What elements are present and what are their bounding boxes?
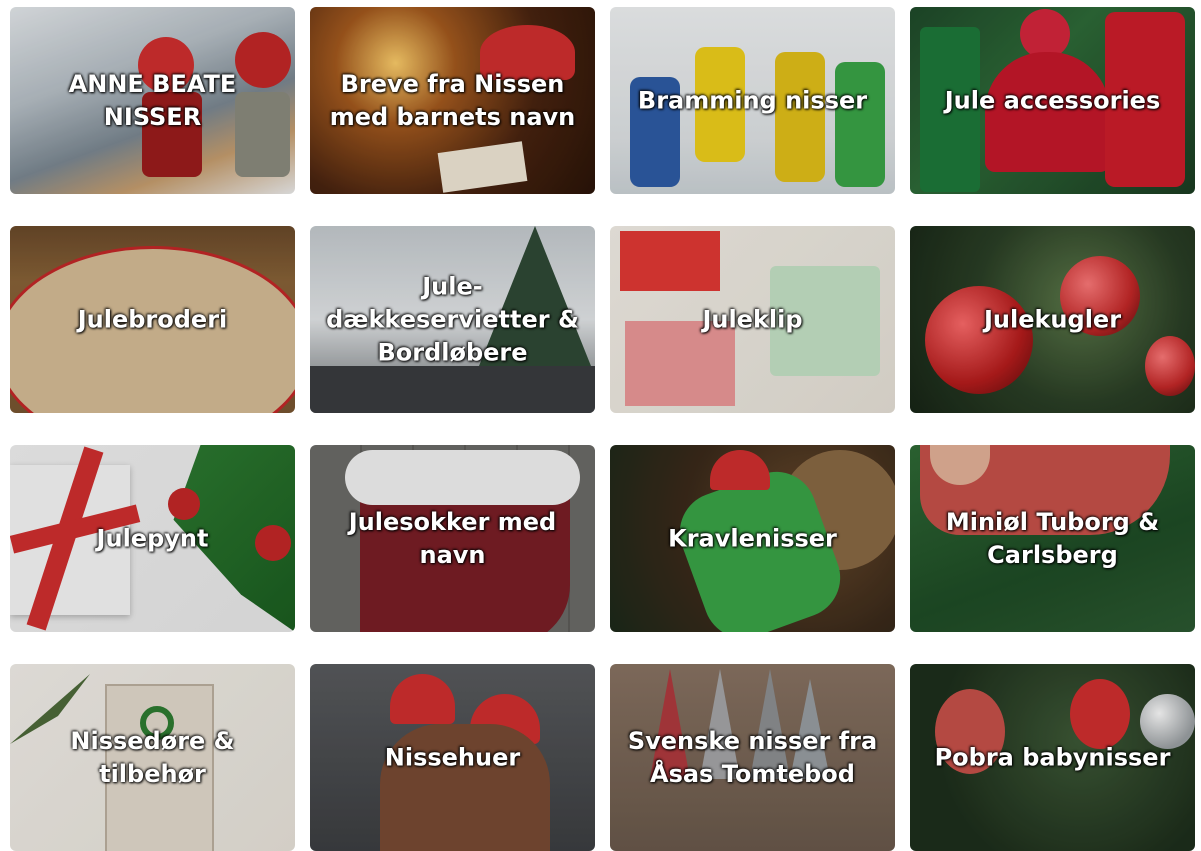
category-tile-julepynt[interactable]: Julepynt	[10, 445, 295, 632]
category-tile-julekugler[interactable]: Julekugler	[910, 226, 1195, 413]
category-tile-jule-accessories[interactable]: Jule accessories	[910, 7, 1195, 194]
category-tile-julesokker-med-navn[interactable]: Julesokker med navn	[310, 445, 595, 632]
category-tile-anne-beate-nisser[interactable]: ANNE BEATE NISSER	[10, 7, 295, 194]
category-grid: ANNE BEATE NISSER Breve fra Nissen med b…	[0, 0, 1201, 851]
category-tile-miniol[interactable]: Miniøl Tuborg & Carlsberg	[910, 445, 1195, 632]
category-tile-svenske-nisser[interactable]: Svenske nisser fra Åsas Tomtebod	[610, 664, 895, 851]
category-tile-julebroderi[interactable]: Julebroderi	[10, 226, 295, 413]
category-tile-juleklip[interactable]: Juleklip	[610, 226, 895, 413]
category-tile-kravlenisser[interactable]: Kravlenisser	[610, 445, 895, 632]
category-tile-bramming-nisser[interactable]: Bramming nisser	[610, 7, 895, 194]
category-tile-jule-daekkeservietter[interactable]: Jule-dækkeservietter & Bordløbere	[310, 226, 595, 413]
category-tile-nissehuer[interactable]: Nissehuer	[310, 664, 595, 851]
category-tile-breve-fra-nissen[interactable]: Breve fra Nissen med barnets navn	[310, 7, 595, 194]
category-tile-pobra-babynisser[interactable]: Pobra babynisser	[910, 664, 1195, 851]
category-tile-nissedore[interactable]: Nissedøre & tilbehør	[10, 664, 295, 851]
